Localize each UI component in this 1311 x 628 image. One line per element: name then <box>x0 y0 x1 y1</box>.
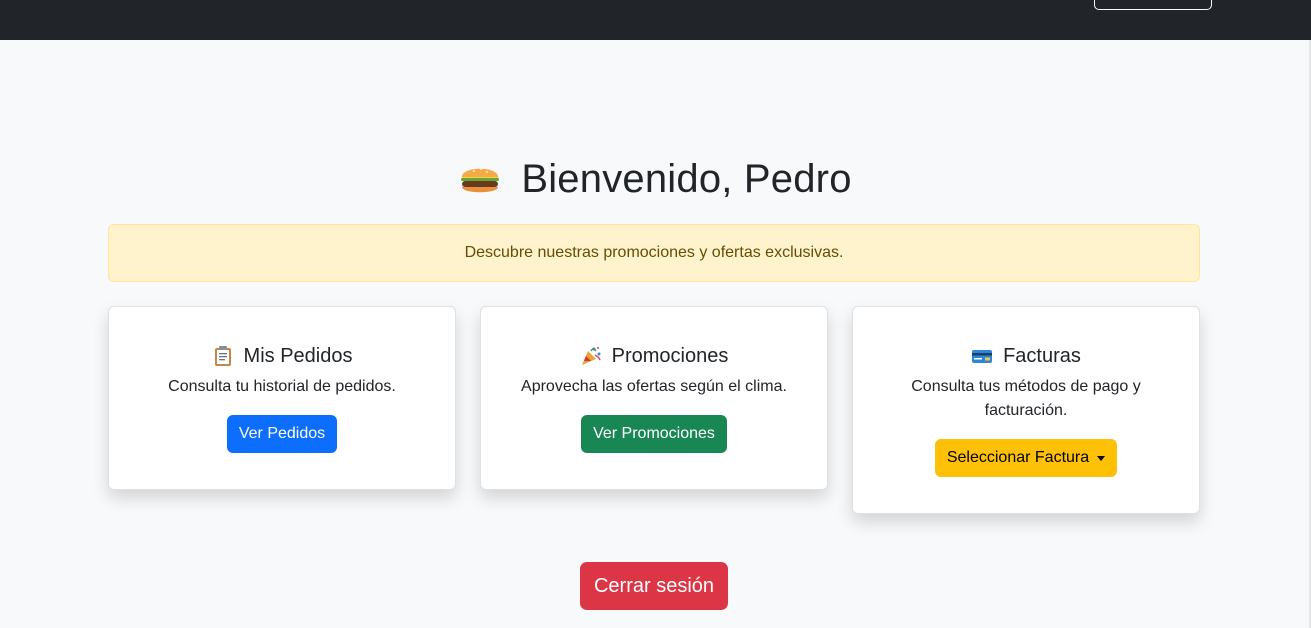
card-orders-heading: Mis Pedidos <box>243 344 353 367</box>
top-navbar <box>0 0 1311 40</box>
select-invoice-dropdown[interactable]: Seleccionar Factura <box>934 439 1118 477</box>
card-promotions: Promociones Aprovecha las ofertas según … <box>480 306 828 490</box>
view-promotions-button[interactable]: Ver Promociones <box>581 415 727 453</box>
clipboard-icon <box>214 346 231 366</box>
hamburger-icon <box>461 168 500 193</box>
welcome-header: Bienvenido, Pedro <box>0 150 1311 208</box>
party-popper-icon <box>581 347 601 365</box>
promo-alert-text: Descubre nuestras promociones y ofertas … <box>464 244 844 261</box>
card-invoices: Facturas Consulta tus métodos de pago y … <box>852 306 1200 514</box>
navbar-button[interactable] <box>1094 0 1212 10</box>
logout-button[interactable]: Cerrar sesión <box>580 562 728 610</box>
card-promotions-title: Promociones <box>580 343 729 369</box>
view-orders-button[interactable]: Ver Pedidos <box>226 415 338 453</box>
card-orders-text: Consulta tu historial de pedidos. <box>168 378 396 395</box>
card-orders: Mis Pedidos Consulta tu historial de ped… <box>108 306 456 490</box>
credit-card-icon <box>972 350 993 363</box>
card-promotions-text: Aprovecha las ofertas según el clima. <box>521 378 787 395</box>
navbar-brand[interactable] <box>196 0 208 4</box>
page-title: Bienvenido, Pedro <box>521 156 852 201</box>
promo-alert: Descubre nuestras promociones y ofertas … <box>108 224 1200 282</box>
chevron-down-icon <box>1097 455 1106 461</box>
card-promotions-heading: Promociones <box>611 344 729 367</box>
card-invoices-heading: Facturas <box>1003 344 1081 367</box>
card-orders-title: Mis Pedidos <box>212 343 353 369</box>
card-invoices-title: Facturas <box>971 343 1081 369</box>
card-invoices-text: Consulta tus métodos de pago y facturaci… <box>911 378 1141 419</box>
select-invoice-label: Seleccionar Factura <box>946 449 1090 466</box>
